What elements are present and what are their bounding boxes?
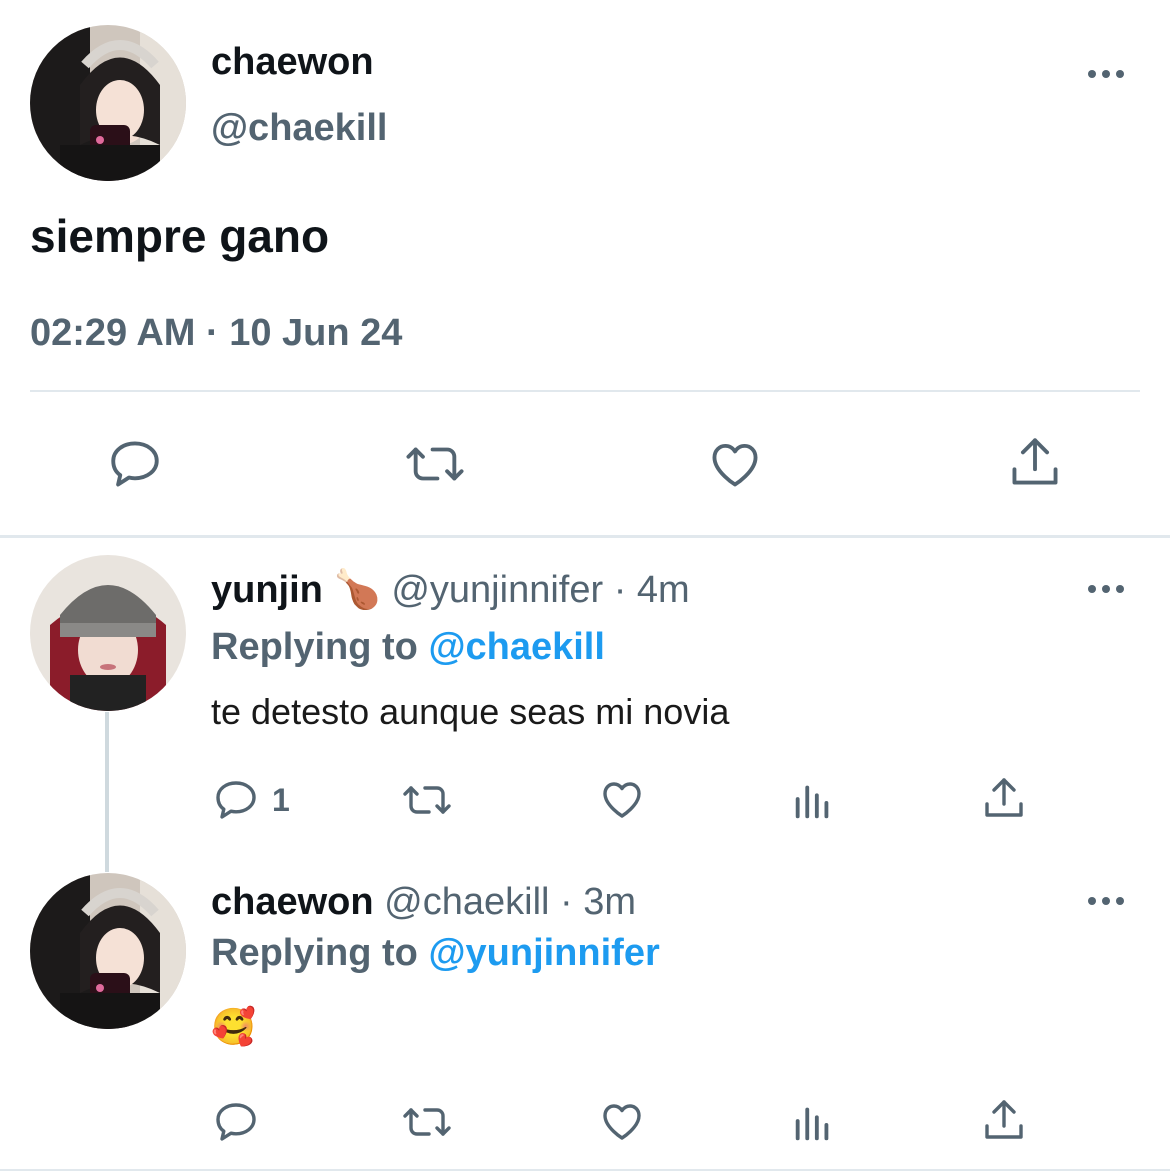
reply-header: yunjin 🍗 @yunjinnifer · 4m bbox=[211, 568, 690, 612]
author-display-name[interactable]: chaewon bbox=[211, 40, 374, 84]
bottom-divider bbox=[0, 1169, 1170, 1171]
reply-author-name[interactable]: chaewon bbox=[211, 881, 374, 923]
more-options-icon[interactable] bbox=[1088, 893, 1128, 909]
reply-header: chaewon @chaekill · 3m bbox=[211, 880, 636, 924]
share-icon[interactable] bbox=[1006, 433, 1064, 491]
analytics-icon[interactable] bbox=[790, 1100, 836, 1146]
more-options-icon[interactable] bbox=[1088, 66, 1128, 82]
reply-icon[interactable] bbox=[212, 776, 260, 824]
divider bbox=[30, 390, 1140, 392]
replying-to: Replying to @yunjinnifer bbox=[211, 931, 660, 975]
reply-time[interactable]: · 3m bbox=[560, 881, 636, 923]
reply-icon[interactable] bbox=[106, 435, 164, 493]
replying-to: Replying to @chaekill bbox=[211, 625, 605, 669]
author-handle[interactable]: @chaekill bbox=[211, 106, 387, 150]
reply-time[interactable]: · 4m bbox=[614, 569, 690, 611]
more-options-icon[interactable] bbox=[1088, 581, 1128, 597]
avatar[interactable] bbox=[30, 873, 186, 1029]
replying-to-label: Replying to bbox=[211, 626, 418, 668]
section-divider bbox=[0, 535, 1170, 538]
tweet-text: siempre gano bbox=[30, 210, 330, 262]
share-icon[interactable] bbox=[980, 774, 1028, 822]
retweet-icon[interactable] bbox=[400, 776, 454, 824]
retweet-icon[interactable] bbox=[403, 435, 467, 493]
share-icon[interactable] bbox=[980, 1096, 1028, 1144]
tweet-timestamp[interactable]: 02:29 AM · 10 Jun 24 bbox=[30, 310, 402, 356]
reply-text: te detesto aunque seas mi novia bbox=[211, 691, 730, 732]
reply-icon[interactable] bbox=[212, 1098, 260, 1146]
reply-author-name[interactable]: yunjin bbox=[211, 569, 323, 611]
thread-line bbox=[105, 712, 109, 872]
like-icon[interactable] bbox=[705, 435, 765, 493]
name-emoji: 🍗 bbox=[333, 569, 381, 611]
replying-to-label: Replying to bbox=[211, 932, 418, 974]
like-icon[interactable] bbox=[597, 775, 647, 823]
reply-count: 1 bbox=[272, 782, 290, 818]
avatar[interactable] bbox=[30, 555, 186, 711]
like-icon[interactable] bbox=[597, 1097, 647, 1145]
replying-to-handle[interactable]: @yunjinnifer bbox=[428, 932, 659, 974]
reply-author-handle[interactable]: @chaekill bbox=[384, 881, 549, 923]
avatar[interactable] bbox=[30, 25, 186, 181]
replying-to-handle[interactable]: @chaekill bbox=[428, 626, 604, 668]
retweet-icon[interactable] bbox=[400, 1098, 454, 1146]
reply-author-handle[interactable]: @yunjinnifer bbox=[391, 569, 603, 611]
reply-text: 🥰 bbox=[211, 1006, 256, 1047]
analytics-icon[interactable] bbox=[790, 778, 836, 824]
